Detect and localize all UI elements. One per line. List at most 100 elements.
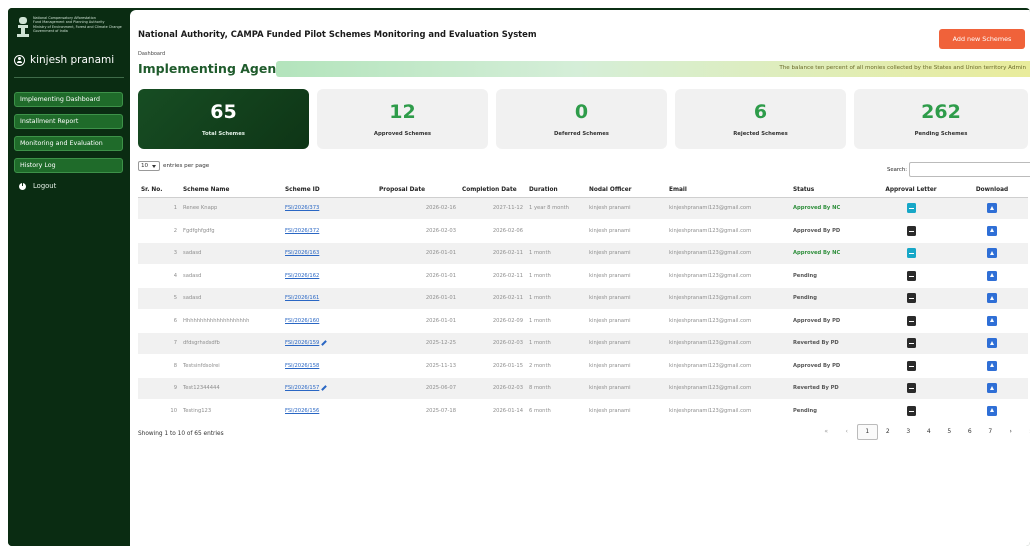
card-value: 6 [753,101,768,123]
scheme-id-link[interactable]: FSI/2026/156 [282,399,376,423]
document-icon[interactable] [906,248,916,259]
sr-no-cell: 7 [138,332,180,355]
column-header[interactable]: Duration [526,183,586,198]
download-icon[interactable] [987,293,997,304]
column-header[interactable]: Proposal Date [376,183,459,198]
nodal-officer-cell: kinjesh pranami [586,197,666,220]
page-button[interactable]: » [1021,424,1030,440]
document-icon[interactable] [906,338,916,349]
download-cell [956,197,1028,220]
document-icon[interactable] [906,360,916,371]
column-header[interactable]: Approval Letter [866,183,956,198]
search-input[interactable] [908,162,1030,177]
page-size-select[interactable]: 10 [138,161,160,171]
table-row: 9 Test12344444 FSI/2026/157 2025-06-07 2026-… [138,377,1028,400]
announcement-marquee: The balance ten percent of all monies co… [276,61,1030,77]
download-icon[interactable] [987,248,997,259]
card-label: Pending Schemes [914,131,968,137]
document-icon[interactable] [906,405,916,416]
scheme-id-link[interactable]: FSI/2026/159 [282,332,376,355]
proposal-date-cell: 2026-02-16 [376,197,459,220]
column-header[interactable]: Scheme ID [282,183,376,198]
duration-cell: 1 month [526,264,586,288]
sidebar-item-monitoring-evaluation[interactable]: Monitoring and Evaluation [14,136,123,151]
column-header[interactable]: Nodal Officer [586,183,666,198]
download-icon[interactable] [987,405,997,416]
email-cell: kinjeshpranami123@gmail.com [666,242,790,265]
edit-icon[interactable] [321,384,328,391]
document-icon[interactable] [906,270,916,281]
document-icon[interactable] [906,225,916,236]
nodal-officer-cell: kinjesh pranami [586,242,666,265]
sidebar-divider [14,77,124,78]
document-icon[interactable] [906,293,916,304]
page-button[interactable]: 4 [919,424,940,440]
column-header[interactable]: Scheme Name [180,183,282,198]
download-icon[interactable] [987,315,997,326]
column-header[interactable]: Email [666,183,790,198]
email-cell: kinjeshpranami123@gmail.com [666,377,790,400]
page-button[interactable]: 1 [857,424,878,440]
scheme-id-link[interactable]: FSI/2026/157 [282,377,376,400]
approval-letter-cell [866,377,956,400]
scheme-id-link[interactable]: FSI/2026/161 [282,287,376,310]
card-total-schemes[interactable]: 65 Total Schemes [138,89,309,149]
column-header[interactable]: Sr. No. [138,183,180,198]
sr-no-cell: 8 [138,354,180,378]
scheme-id-link[interactable]: FSI/2026/160 [282,309,376,333]
sr-no-cell: 2 [138,219,180,243]
proposal-date-cell: 2026-01-01 [376,309,459,333]
table-row: 5 sadasd FSI/2026/161 2026-01-01 2026-02-11 1… [138,287,1028,310]
page-button[interactable]: 7 [980,424,1001,440]
card-approved-schemes[interactable]: 12 Approved Schemes [317,89,488,149]
column-header[interactable]: Download [956,183,1028,198]
download-icon[interactable] [987,270,997,281]
download-cell [956,287,1028,310]
status-cell: Reverted By PD [790,332,866,355]
status-cell: Approved By PD [790,309,866,333]
approval-letter-cell [866,219,956,243]
page-button[interactable]: 2 [878,424,899,440]
page-button[interactable]: ‹ [837,424,858,440]
scheme-id-link[interactable]: FSI/2026/372 [282,219,376,243]
duration-cell: 1 month [526,287,586,310]
page-button[interactable]: 6 [960,424,981,440]
scheme-id-link[interactable]: FSI/2026/163 [282,242,376,265]
scheme-id-link[interactable]: FSI/2026/162 [282,264,376,288]
document-icon[interactable] [906,203,916,214]
proposal-date-cell: 2026-01-01 [376,264,459,288]
download-icon[interactable] [987,338,997,349]
logout-button[interactable]: Logout [14,181,123,190]
proposal-date-cell: 2026-01-01 [376,287,459,310]
download-icon[interactable] [987,225,997,236]
user-profile[interactable]: kinjesh pranami [14,54,114,66]
table-row: 8 Testsinfdsolrei FSI/2026/158 2025-11-13 20… [138,354,1028,378]
approval-letter-cell [866,242,956,265]
nodal-officer-cell: kinjesh pranami [586,309,666,333]
document-icon[interactable] [906,383,916,394]
sr-no-cell: 9 [138,377,180,400]
scheme-id-link[interactable]: FSI/2026/158 [282,354,376,378]
breadcrumb[interactable]: Dashboard [138,51,165,57]
page-button[interactable]: 5 [939,424,960,440]
sidebar-item-installment-report[interactable]: Installment Report [14,114,123,129]
download-icon[interactable] [987,360,997,371]
table-row: 7 dfdsgrhsdsdfb FSI/2026/159 2025-12-25 2026… [138,332,1028,355]
column-header[interactable]: Status [790,183,866,198]
page-button[interactable]: « [816,424,837,440]
column-header[interactable]: Completion Date [459,183,526,198]
download-icon[interactable] [987,203,997,214]
sidebar-item-history-log[interactable]: History Log [14,158,123,173]
download-icon[interactable] [987,383,997,394]
page-button[interactable]: › [1001,424,1022,440]
card-pending-schemes[interactable]: 262 Pending Schemes [854,89,1028,149]
status-cell: Reverted By PD [790,377,866,400]
sidebar-item-implementing-dashboard[interactable]: Implementing Dashboard [14,92,123,107]
add-new-schemes-button[interactable]: Add new Schemes [939,29,1025,49]
page-button[interactable]: 3 [898,424,919,440]
edit-icon[interactable] [321,339,328,346]
scheme-id-link[interactable]: FSI/2026/373 [282,197,376,220]
card-rejected-schemes[interactable]: 6 Rejected Schemes [675,89,846,149]
card-deferred-schemes[interactable]: 0 Deferred Schemes [496,89,667,149]
document-icon[interactable] [906,315,916,326]
